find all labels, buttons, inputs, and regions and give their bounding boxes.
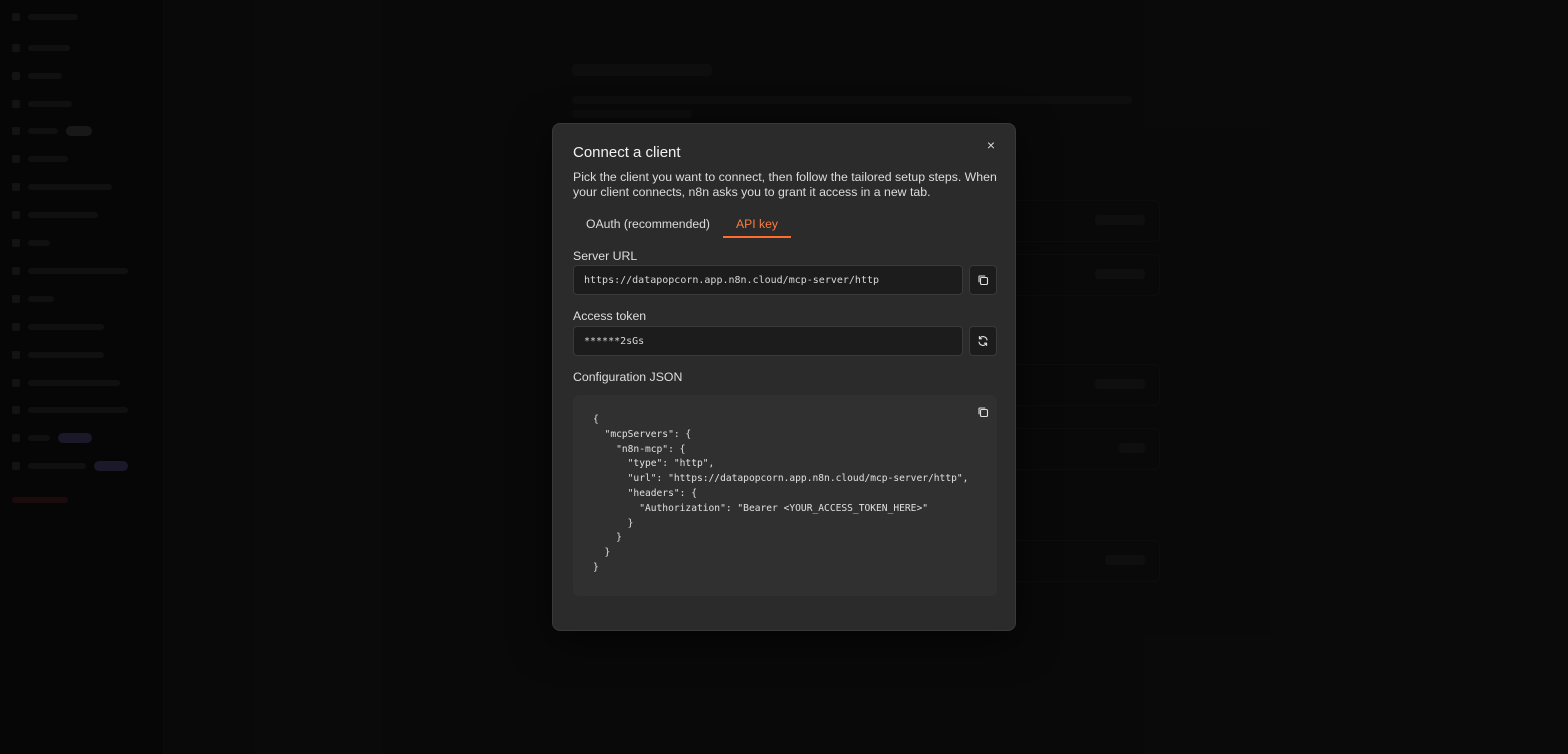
code-line: { [593, 414, 599, 425]
dialog-description: Pick the client you want to connect, the… [573, 170, 997, 199]
tab-oauth[interactable]: OAuth (recommended) [573, 212, 723, 238]
close-icon: × [986, 137, 996, 153]
code-line: "type": "http", [593, 458, 715, 470]
config-json-block[interactable]: { "mcpServers": { "n8n-mcp": { "type": "… [573, 395, 997, 596]
code-line: "mcpServers": { [593, 428, 692, 440]
connect-client-dialog: × Connect a client Pick the client you w… [552, 123, 1016, 631]
tab-api-key[interactable]: API key [722, 212, 791, 238]
server-url-field[interactable]: https://datapopcorn.app.n8n.cloud/mcp-se… [573, 265, 963, 295]
code-line: "url": "https://datapopcorn.app.n8n.clou… [593, 473, 969, 485]
regenerate-token-button[interactable] [969, 326, 997, 356]
app-root: × Connect a client Pick the client you w… [0, 0, 1568, 754]
config-json-code: { "mcpServers": { "n8n-mcp": { "type": "… [593, 413, 968, 576]
code-line: } [593, 547, 611, 559]
server-url-label: Server URL [573, 249, 638, 263]
code-line: } [593, 561, 599, 573]
auth-tabs: OAuth (recommended) API key [573, 212, 791, 238]
access-token-row: ******2sGs [573, 326, 997, 356]
copy-server-url-button[interactable] [969, 265, 997, 295]
code-line: } [593, 532, 622, 544]
copy-icon [978, 275, 989, 286]
code-line: } [593, 517, 634, 529]
code-line: "Authorization": "Bearer <YOUR_ACCESS_TO… [593, 502, 929, 514]
refresh-icon [978, 336, 988, 346]
code-line: "n8n-mcp": { [593, 443, 686, 455]
copy-config-button[interactable] [976, 405, 990, 419]
close-button[interactable]: × [983, 137, 999, 153]
server-url-row: https://datapopcorn.app.n8n.cloud/mcp-se… [573, 265, 997, 295]
dialog-title: Connect a client [573, 144, 681, 161]
config-json-label: Configuration JSON [573, 370, 683, 384]
access-token-label: Access token [573, 309, 647, 323]
access-token-field[interactable]: ******2sGs [573, 326, 963, 356]
copy-icon [978, 407, 989, 418]
code-line: "headers": { [593, 487, 697, 499]
